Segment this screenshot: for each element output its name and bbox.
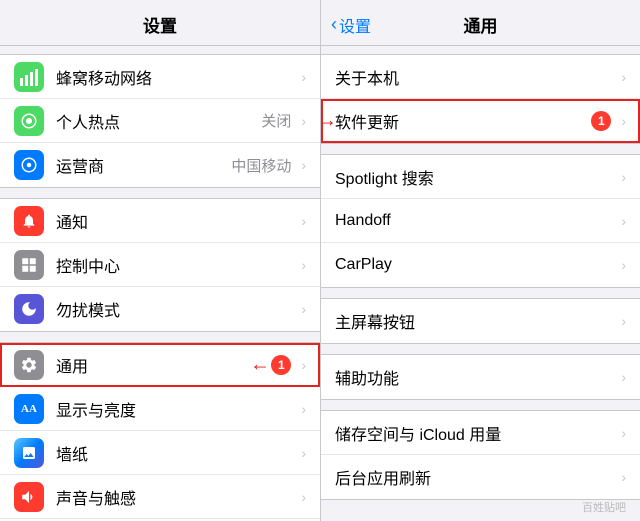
- hotspot-chevron: ›: [301, 113, 306, 129]
- right-group-3: 主屏幕按钮 ›: [321, 298, 640, 344]
- storage-chevron: ›: [621, 425, 626, 441]
- cellular-icon: [14, 62, 44, 92]
- carrier-label: 运营商: [56, 153, 231, 177]
- sound-label: 声音与触感: [56, 485, 297, 509]
- notification-chevron: ›: [301, 213, 306, 229]
- sound-chevron: ›: [301, 489, 306, 505]
- cellular-item[interactable]: 蜂窝移动网络 ›: [0, 55, 320, 99]
- general-label: 通用: [56, 353, 271, 377]
- left-panel: 设置 蜂窝移动网络 › 个人热点 关闭 ›: [0, 0, 320, 521]
- hotspot-item[interactable]: 个人热点 关闭 ›: [0, 99, 320, 143]
- right-panel-title: 通用: [464, 12, 498, 37]
- about-item[interactable]: 关于本机 ›: [321, 55, 640, 99]
- storage-item[interactable]: 储存空间与 iCloud 用量 ›: [321, 411, 640, 455]
- carplay-item[interactable]: CarPlay ›: [321, 243, 640, 287]
- dnd-chevron: ›: [301, 301, 306, 317]
- hotspot-label: 个人热点: [56, 109, 261, 133]
- left-panel-title: 设置: [0, 0, 320, 46]
- handoff-label: Handoff: [335, 212, 617, 230]
- sound-icon: [14, 482, 44, 512]
- homebutton-label: 主屏幕按钮: [335, 309, 617, 333]
- hotspot-icon: [14, 106, 44, 136]
- right-group-2: Spotlight 搜索 › Handoff › CarPlay ›: [321, 154, 640, 288]
- notification-label: 通知: [56, 209, 297, 233]
- sound-item[interactable]: 声音与触感 ›: [0, 475, 320, 519]
- notification-icon: [14, 206, 44, 236]
- general-icon: [14, 350, 44, 380]
- right-panel-header: ‹ 设置 通用: [321, 0, 640, 46]
- controlcenter-icon: [14, 250, 44, 280]
- general-badge: 1: [271, 355, 291, 375]
- storage-label: 储存空间与 iCloud 用量: [335, 421, 617, 445]
- software-update-item[interactable]: → 软件更新 1 ›: [321, 99, 640, 143]
- cellular-chevron: ›: [301, 69, 306, 85]
- backgroundapp-label: 后台应用刷新: [335, 465, 617, 489]
- dnd-item[interactable]: 勿扰模式 ›: [0, 287, 320, 331]
- about-chevron: ›: [621, 69, 626, 85]
- wallpaper-label: 墙纸: [56, 441, 297, 465]
- about-label: 关于本机: [335, 65, 617, 89]
- display-label: 显示与亮度: [56, 397, 297, 421]
- carrier-icon: [14, 150, 44, 180]
- general-chevron: ›: [301, 357, 306, 373]
- dnd-icon: [14, 294, 44, 324]
- software-update-arrow-indicator: →: [321, 110, 337, 133]
- display-chevron: ›: [301, 401, 306, 417]
- right-scroll-area[interactable]: 关于本机 › → 软件更新 1 › Spotlight 搜索 › Handoff…: [321, 46, 640, 501]
- homebutton-item[interactable]: 主屏幕按钮 ›: [321, 299, 640, 343]
- back-button[interactable]: ‹ 设置: [331, 13, 371, 37]
- software-update-badge: 1: [591, 111, 611, 131]
- watermark: 百姓贴吧: [315, 497, 634, 517]
- controlcenter-chevron: ›: [301, 257, 306, 273]
- carrier-value: 中国移动: [231, 155, 291, 176]
- wallpaper-chevron: ›: [301, 445, 306, 461]
- backgroundapp-item[interactable]: 后台应用刷新 ›: [321, 455, 640, 499]
- left-group-3: 通用 ← 1 › AA 显示与亮度 › 墙纸 › 声音与: [0, 342, 320, 521]
- left-group-2: 通知 › 控制中心 › 勿扰模式 ›: [0, 198, 320, 332]
- backgroundapp-chevron: ›: [621, 469, 626, 485]
- spotlight-chevron: ›: [621, 169, 626, 185]
- left-scroll-area[interactable]: 蜂窝移动网络 › 个人热点 关闭 › 运营商 中国移动 ›: [0, 46, 320, 521]
- controlcenter-item[interactable]: 控制中心 ›: [0, 243, 320, 287]
- controlcenter-label: 控制中心: [56, 253, 297, 277]
- wallpaper-item[interactable]: 墙纸 ›: [0, 431, 320, 475]
- cellular-label: 蜂窝移动网络: [56, 65, 297, 89]
- carplay-chevron: ›: [621, 257, 626, 273]
- accessibility-item[interactable]: 辅助功能 ›: [321, 355, 640, 399]
- display-icon: AA: [14, 394, 44, 424]
- right-panel: ‹ 设置 通用 关于本机 › → 软件更新 1 › Spotlight 搜索 ›: [320, 0, 640, 521]
- right-group-5: 储存空间与 iCloud 用量 › 后台应用刷新 ›: [321, 410, 640, 500]
- homebutton-chevron: ›: [621, 313, 626, 329]
- display-item[interactable]: AA 显示与亮度 ›: [0, 387, 320, 431]
- right-group-1: 关于本机 › → 软件更新 1 ›: [321, 54, 640, 144]
- carplay-label: CarPlay: [335, 256, 617, 274]
- software-update-label: 软件更新: [335, 109, 591, 133]
- spotlight-item[interactable]: Spotlight 搜索 ›: [321, 155, 640, 199]
- general-item[interactable]: 通用 ← 1 ›: [0, 343, 320, 387]
- hotspot-value: 关闭: [261, 110, 291, 131]
- accessibility-label: 辅助功能: [335, 365, 617, 389]
- handoff-chevron: ›: [621, 213, 626, 229]
- wallpaper-icon: [14, 438, 44, 468]
- notification-item[interactable]: 通知 ›: [0, 199, 320, 243]
- back-chevron-icon: ‹: [331, 14, 337, 35]
- back-label: 设置: [339, 13, 371, 37]
- left-title-text: 设置: [143, 17, 177, 36]
- accessibility-chevron: ›: [621, 369, 626, 385]
- general-arrow-indicator: ←: [250, 353, 270, 376]
- carrier-item[interactable]: 运营商 中国移动 ›: [0, 143, 320, 187]
- right-group-4: 辅助功能 ›: [321, 354, 640, 400]
- software-update-chevron: ›: [621, 113, 626, 129]
- spotlight-label: Spotlight 搜索: [335, 165, 617, 189]
- carrier-chevron: ›: [301, 157, 306, 173]
- left-group-1: 蜂窝移动网络 › 个人热点 关闭 › 运营商 中国移动 ›: [0, 54, 320, 188]
- dnd-label: 勿扰模式: [56, 297, 297, 321]
- handoff-item[interactable]: Handoff ›: [321, 199, 640, 243]
